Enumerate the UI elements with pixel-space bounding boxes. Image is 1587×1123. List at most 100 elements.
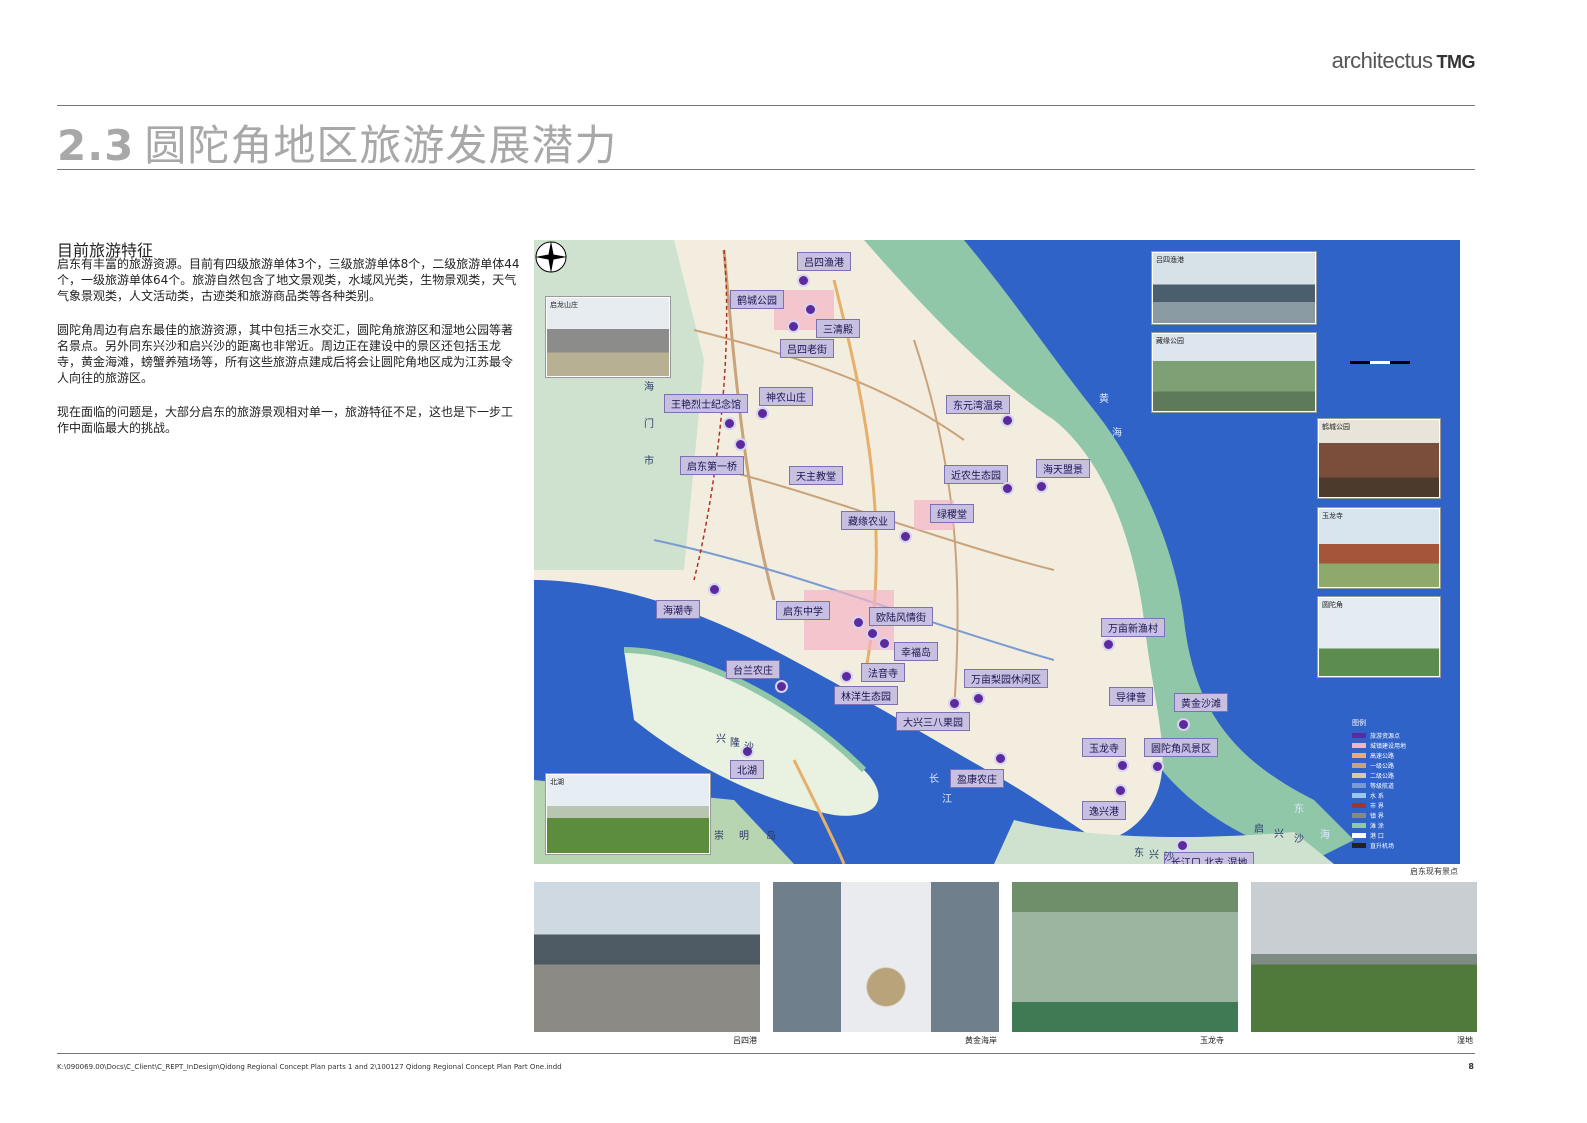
legend-row: 直升机场 — [1352, 840, 1452, 850]
photo-fishing-port — [534, 882, 760, 1032]
inset-photo-caption: 启龙山庄 — [550, 301, 578, 309]
legend-swatch — [1352, 802, 1366, 808]
poi-pin — [948, 697, 961, 710]
legend-swatch — [1352, 832, 1366, 838]
legend-swatch — [1352, 752, 1366, 758]
map-label: 欧陆风情街 — [869, 607, 933, 626]
poi-pin — [756, 407, 769, 420]
legend-label: 港 口 — [1370, 832, 1384, 840]
poi-pin — [1001, 482, 1014, 495]
legend-row: 水 系 — [1352, 790, 1452, 800]
place-name: 崇 — [714, 831, 724, 842]
legend-label: 二级公路 — [1370, 772, 1395, 780]
legend-row: 一级公路 — [1352, 760, 1452, 770]
map-label: 藏缘农业 — [841, 511, 895, 530]
poi-pin — [1176, 839, 1189, 852]
legend-label: 水 系 — [1370, 792, 1384, 800]
place-name: 沙 — [1294, 834, 1304, 845]
legend-row: 港 口 — [1352, 830, 1452, 840]
place-name: 海 — [1320, 830, 1330, 841]
map-label: 海天盟景 — [1036, 459, 1090, 478]
legend-row: 等级航道 — [1352, 780, 1452, 790]
place-name: 岛 — [766, 831, 776, 842]
inset-photo: 圆陀角 — [1318, 597, 1440, 677]
intro-body: 启东有丰富的旅游资源。目前有四级旅游单体3个，三级旅游单体8个，二级旅游单体44… — [57, 256, 523, 454]
legend-swatch — [1352, 772, 1366, 778]
intro-paragraph-3: 现在面临的问题是，大部分启东的旅游景观相对单一，旅游特征不足，这也是下一步工作中… — [57, 405, 514, 435]
legend-swatch — [1352, 742, 1366, 748]
inset-photo: 玉龙寺 — [1318, 508, 1440, 588]
place-name: 海 — [1112, 428, 1122, 439]
place-name: 江 — [942, 794, 952, 805]
legend-label: 直升机场 — [1370, 842, 1395, 850]
place-name: 黄 — [1099, 394, 1109, 405]
place-name: 门 — [644, 419, 654, 430]
photo-wetland — [1251, 882, 1477, 1032]
legend-row: 城镇建设用地 — [1352, 740, 1452, 750]
legend-swatch — [1352, 782, 1366, 788]
legend-row: 市 界 — [1352, 800, 1452, 810]
poi-pin — [708, 583, 721, 596]
section-number: 2.3 — [57, 121, 135, 170]
poi-pin — [866, 627, 879, 640]
map-label: 万亩新渔村 — [1101, 618, 1165, 637]
map-label: 北湖 — [730, 760, 764, 779]
inset-photo-caption: 圆陀角 — [1322, 601, 1343, 609]
legend-label: 滩 涂 — [1370, 822, 1384, 830]
legend-row: 滩 涂 — [1352, 820, 1452, 830]
inset-photo-caption: 吕四渔港 — [1156, 256, 1184, 264]
inset-photo: 鹤城公园 — [1318, 419, 1440, 498]
map-label: 海潮寺 — [656, 600, 700, 619]
page-number: 8 — [1468, 1062, 1474, 1071]
photo-caption: 吕四港 — [733, 1036, 757, 1045]
poi-pin — [994, 752, 1007, 765]
poi-pin — [1102, 638, 1115, 651]
photo-yulong-temple — [1012, 882, 1238, 1032]
tourism-map: 吕四渔港 鹤城公园 三清殿 吕四老街 神农山庄 王艳烈士纪念馆 东元湾温泉 启东… — [534, 240, 1460, 864]
intro-paragraph-2: 圆陀角周边有启东最佳的旅游资源，其中包括三水交汇，圆陀角旅游区和湿地公园等著名景… — [57, 323, 514, 385]
poi-pin — [840, 670, 853, 683]
top-rule — [57, 105, 1475, 106]
legend-swatch — [1352, 732, 1366, 738]
map-label: 大兴三八果园 — [896, 712, 970, 731]
legend-label: 旅游资源点 — [1370, 732, 1401, 740]
legend-row: 高速公路 — [1352, 750, 1452, 760]
legend-swatch — [1352, 762, 1366, 768]
poi-pin — [972, 692, 985, 705]
map-label: 圆陀角风景区 — [1144, 738, 1218, 757]
map-label: 幸福岛 — [894, 642, 938, 661]
section-title: 圆陀角地区旅游发展潜力 — [144, 121, 618, 170]
inset-photo: 藏缘公园 — [1152, 333, 1316, 412]
map-label: 近农生态园 — [944, 465, 1008, 484]
page-title: 2.3 圆陀角地区旅游发展潜力 — [57, 112, 617, 173]
map-label: 东元湾温泉 — [946, 395, 1010, 414]
place-name: 启 — [1254, 824, 1264, 835]
map-label: 台兰农庄 — [726, 660, 780, 679]
poi-pin — [804, 303, 817, 316]
poi-pin — [797, 274, 810, 287]
map-label: 盈康农庄 — [950, 769, 1004, 788]
place-name: 兴 — [716, 734, 726, 745]
poi-pin — [1035, 480, 1048, 493]
place-name: 明 — [739, 831, 749, 842]
brand-logo: architectus TMG — [1332, 48, 1476, 74]
footer-file-path: K:\090069.00\Docs\C_Client\C_REPT_InDesi… — [57, 1063, 562, 1071]
photo-caption: 玉龙寺 — [1200, 1036, 1224, 1045]
compass-icon — [535, 241, 567, 273]
map-label: 吕四渔港 — [797, 252, 851, 271]
poi-pin — [1001, 414, 1014, 427]
brand-bold-text: TMG — [1436, 52, 1476, 72]
poi-pin — [1114, 784, 1127, 797]
scale-bar-icon — [1350, 361, 1410, 364]
map-label: 玉龙寺 — [1082, 738, 1126, 757]
legend-label: 高速公路 — [1370, 752, 1395, 760]
place-name: 沙 — [744, 742, 754, 753]
photo-caption: 黄金海岸 — [965, 1036, 997, 1045]
poi-pin — [852, 616, 865, 629]
legend-swatch — [1352, 812, 1366, 818]
place-name: 东 — [1294, 804, 1304, 815]
map-label: 绿稷堂 — [930, 504, 974, 523]
legend-label: 镇 界 — [1370, 812, 1384, 820]
poi-pin — [1116, 759, 1129, 772]
poi-pin — [1151, 760, 1164, 773]
